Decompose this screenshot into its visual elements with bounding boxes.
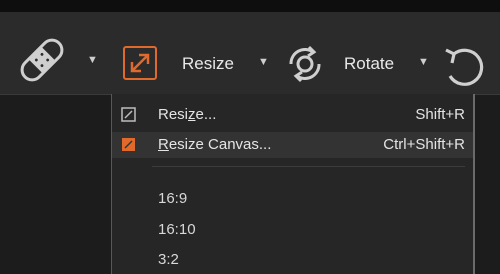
menu-item-ratio-16-10[interactable]: 16:10 [158, 221, 196, 238]
resize-canvas-icon [122, 138, 135, 151]
resize-dropdown-caret[interactable]: ▼ [258, 56, 269, 68]
rotate-icon[interactable] [283, 42, 327, 86]
rotate-dropdown-caret[interactable]: ▼ [418, 56, 429, 68]
menu-item-resize-canvas-shortcut: Ctrl+Shift+R [383, 136, 465, 153]
bandage-icon[interactable] [14, 36, 70, 84]
menu-item-resize[interactable]: Resize... Shift+R [112, 102, 473, 128]
resize-small-icon [121, 107, 136, 122]
resize-dropdown-menu: Resize... Shift+R Resize Canvas... Ctrl+… [111, 94, 475, 274]
menu-item-resize-canvas[interactable]: Resize Canvas... Ctrl+Shift+R [112, 132, 473, 158]
resize-button-label[interactable]: Resize [182, 54, 234, 74]
menu-item-ratio-16-9[interactable]: 16:9 [158, 190, 187, 207]
menu-separator [152, 166, 465, 167]
window-top-strip [0, 0, 500, 12]
resize-icon[interactable] [123, 46, 157, 80]
bandage-dropdown-caret[interactable]: ▼ [87, 54, 98, 66]
rotate-button-label[interactable]: Rotate [344, 54, 394, 74]
menu-item-resize-shortcut: Shift+R [415, 106, 465, 123]
menu-item-ratio-3-2[interactable]: 3:2 [158, 251, 179, 268]
menu-item-resize-label: Resize... [158, 106, 217, 123]
undo-icon[interactable] [440, 42, 490, 90]
toolbar: ▼ Resize ▼ Rotate ▼ [0, 12, 500, 95]
menu-item-resize-canvas-label: Resize Canvas... [158, 136, 272, 153]
